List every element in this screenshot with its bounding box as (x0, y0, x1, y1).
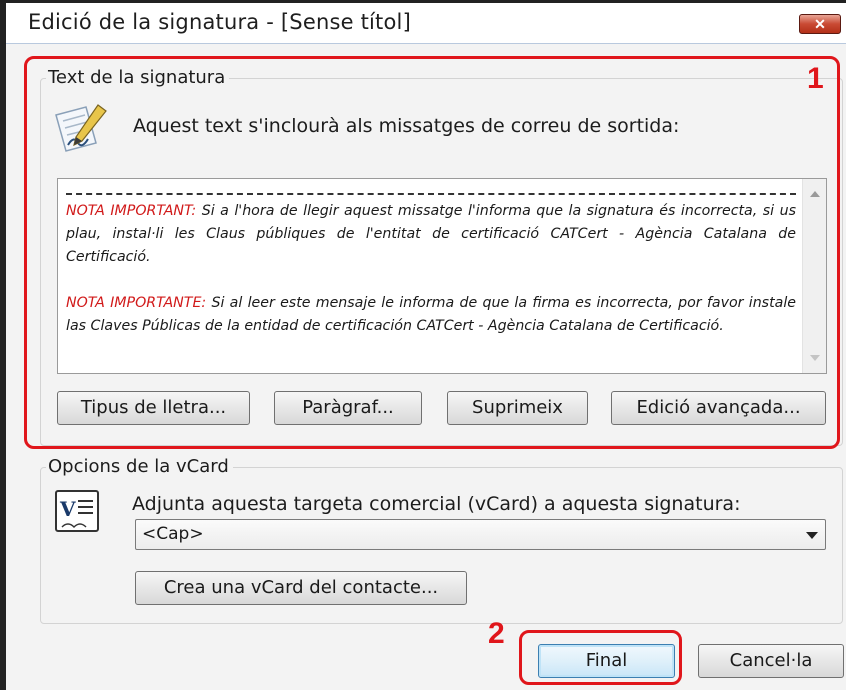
cancel-button[interactable]: Cancel·la (698, 644, 844, 678)
highlight-box-final (519, 630, 682, 685)
dropdown-arrow-icon[interactable] (806, 532, 818, 539)
svg-text:V: V (59, 497, 76, 521)
marker-1: 1 (807, 62, 824, 95)
close-icon: ✕ (814, 16, 826, 32)
vcard-description: Adjunta aquesta targeta comercial (vCard… (132, 493, 741, 515)
close-button[interactable]: ✕ (799, 14, 841, 34)
highlight-box-signature (24, 56, 840, 449)
window-title: Edició de la signatura - [Sense títol] (28, 10, 411, 34)
vcard-options-legend: Opcions de la vCard (46, 456, 233, 477)
title-bar: Edició de la signatura - [Sense títol] ✕ (6, 3, 846, 44)
vcard-icon: V (55, 490, 99, 532)
vcard-select[interactable]: <Cap> (135, 519, 826, 550)
marker-2: 2 (488, 617, 505, 650)
create-vcard-button[interactable]: Crea una vCard del contacte... (135, 571, 467, 605)
vcard-select-value: <Cap> (142, 524, 204, 544)
